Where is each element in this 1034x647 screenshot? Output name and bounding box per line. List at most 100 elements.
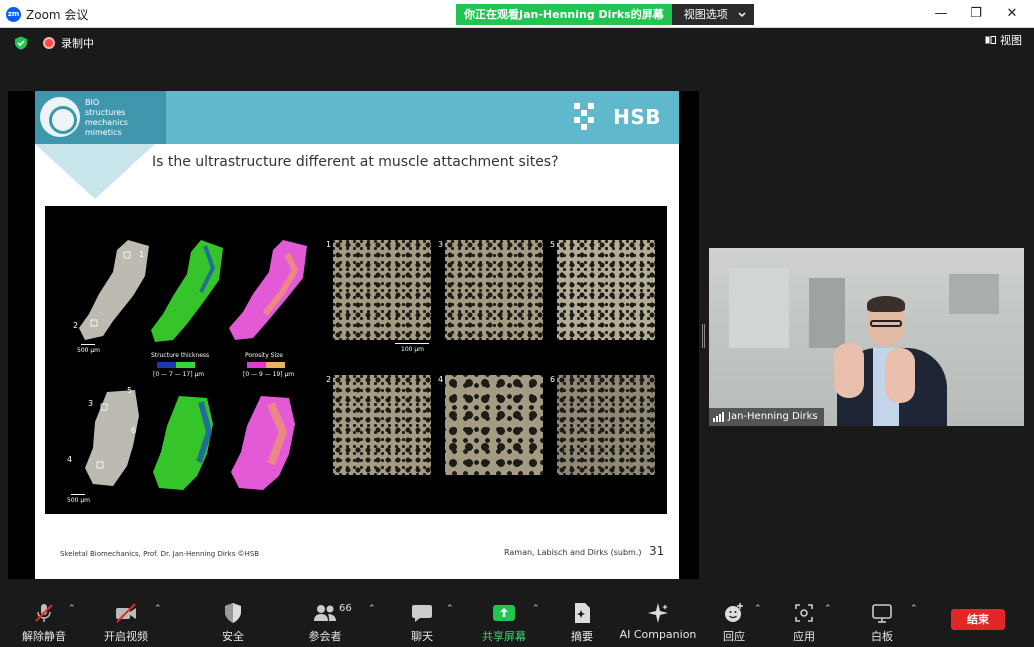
apps-button[interactable]: 应用 [764,594,844,644]
chat-bubble-icon [412,605,432,622]
bone-model-green-top [151,240,223,342]
view-options-button[interactable]: 视图选项 [671,4,754,25]
participant-hand-left [834,343,864,398]
panel-label-3: 3 [438,240,444,249]
chat-options-caret-icon[interactable]: ⌃ [446,604,456,614]
bone-label-5: 5 [127,386,133,395]
ai-companion-button[interactable]: AI Companion [618,594,698,641]
background-furniture [809,278,845,348]
participant-hair [867,296,905,312]
share-options-caret-icon[interactable]: ⌃ [532,604,542,614]
share-screen-icon [493,605,515,621]
slide-footer-citation: Raman, Labisch and Dirks (subm.) [504,548,642,557]
restore-button[interactable]: ❐ [958,2,994,26]
meeting-toolbar: 解除静音 ⌃ 开启视频 ⌃ 安全 参会者 66 ⌃ 聊天 ⌃ 共享屏幕 ⌃ 摘要… [0,594,1034,647]
viewing-screen-label: 你正在观看Jan-Henning Dirks的屏幕 [456,4,672,25]
share-screen-label: 共享屏幕 [482,630,526,643]
structure-thickness-range: [0 — 7 — 17] µm [153,371,205,378]
view-button[interactable]: 视图 [985,32,1022,48]
summary-label: 摘要 [571,630,593,643]
title-bar: zm Zoom 会议 你正在观看Jan-Henning Dirks的屏幕 视图选… [0,0,1034,28]
bio-logo-icon [40,97,80,137]
scale-label-500-top: 500 µm [77,347,101,354]
panel-label-6: 6 [550,375,556,384]
security-label: 安全 [222,630,244,643]
participants-button[interactable]: 参会者 [285,594,365,644]
unmute-label: 解除静音 [22,630,66,643]
micro-ct-panel-5 [557,240,655,340]
porosity-size-label: Porosity Size [245,352,284,359]
recording-label: 录制中 [61,37,94,50]
start-video-label: 开启视频 [104,630,148,643]
share-screen-button[interactable]: 共享屏幕 [464,594,544,644]
whiteboard-icon [872,604,892,623]
scale-label-100: 100 µm [401,346,425,353]
reaction-emoji-icon [725,603,743,622]
chat-button[interactable]: 聊天 [382,594,462,644]
slide-figure: 1 2 3 4 5 6 500 µm 500 µm Structure thic… [45,206,667,514]
bone-model-pink-bottom [231,396,295,490]
summary-button[interactable]: 摘要 [542,594,622,644]
view-layout-icon [985,36,996,44]
micro-ct-panel-1 [333,240,431,340]
summary-document-icon [575,603,590,623]
bone-label-2: 2 [73,321,79,330]
apps-icon [795,604,813,622]
scale-label-500-bottom: 500 µm [67,497,91,504]
bio-logo-text: BIO structures mechanics mimetics [85,98,128,137]
apps-label: 应用 [793,630,815,643]
slide-footer-credit: Skeletal Biomechanics, Prof. Dr. Jan-Hen… [60,550,260,558]
security-button[interactable]: 安全 [193,594,273,644]
recording-icon[interactable] [43,37,55,49]
chat-label: 聊天 [411,630,433,643]
participants-options-caret-icon[interactable]: ⌃ [368,604,378,614]
reactions-label: 回应 [723,630,745,643]
participant-video-tile[interactable]: Jan-Henning Dirks [709,248,1024,426]
micro-ct-panel-3 [445,240,543,340]
whiteboard-button[interactable]: 白板 [842,594,922,644]
participants-icon [314,605,336,621]
apps-options-caret-icon[interactable]: ⌃ [824,604,834,614]
whiteboard-options-caret-icon[interactable]: ⌃ [910,604,920,614]
share-banner: 你正在观看Jan-Henning Dirks的屏幕 视图选项 [456,4,754,25]
bone-label-3: 3 [88,399,94,408]
scale-bar-100 [395,343,429,344]
porosity-size-range: [0 — 9 — 19] µm [243,371,295,378]
view-options-label: 视图选项 [683,8,728,21]
slide-title: Is the ultrastructure different at muscl… [152,154,559,170]
reactions-options-caret-icon[interactable]: ⌃ [754,604,764,614]
microphone-muted-icon [35,604,53,622]
view-label: 视图 [1000,34,1022,47]
whiteboard-label: 白板 [871,630,893,643]
participants-label: 参会者 [308,630,342,643]
structure-thickness-label: Structure thickness [151,352,210,359]
micro-ct-panel-2 [333,375,431,475]
bone-label-6: 6 [131,426,137,435]
start-video-button[interactable]: 开启视频 [86,594,166,644]
unmute-button[interactable]: 解除静音 [4,594,84,644]
minimize-button[interactable]: — [923,2,959,26]
close-button[interactable]: ✕ [994,2,1030,26]
participants-count: 66 [339,603,352,614]
video-options-caret-icon[interactable]: ⌃ [154,604,164,614]
bone-label-4: 4 [67,455,73,464]
panel-label-4: 4 [438,375,444,384]
slide-decor-triangle [35,144,155,199]
zoom-meeting-window: zm Zoom 会议 你正在观看Jan-Henning Dirks的屏幕 视图选… [0,0,1034,647]
reactions-button[interactable]: 回应 [694,594,774,644]
panel-splitter-handle[interactable] [702,324,705,348]
ai-sparkle-icon [648,603,668,623]
connection-signal-icon [713,412,724,422]
panel-label-2: 2 [326,375,332,384]
micro-ct-panel-6 [557,375,655,475]
bio-logo-block: BIO structures mechanics mimetics [35,91,166,144]
window-title: Zoom 会议 [26,8,89,22]
end-meeting-button[interactable]: 结束 [951,609,1005,630]
chevron-down-icon [738,11,746,17]
encryption-shield-icon[interactable] [14,36,28,50]
structure-thickness-colorbar [157,362,195,368]
participant-hand-right [885,348,915,403]
bone-model-green-bottom [153,396,213,490]
security-shield-icon [225,603,241,623]
audio-options-caret-icon[interactable]: ⌃ [68,604,78,614]
